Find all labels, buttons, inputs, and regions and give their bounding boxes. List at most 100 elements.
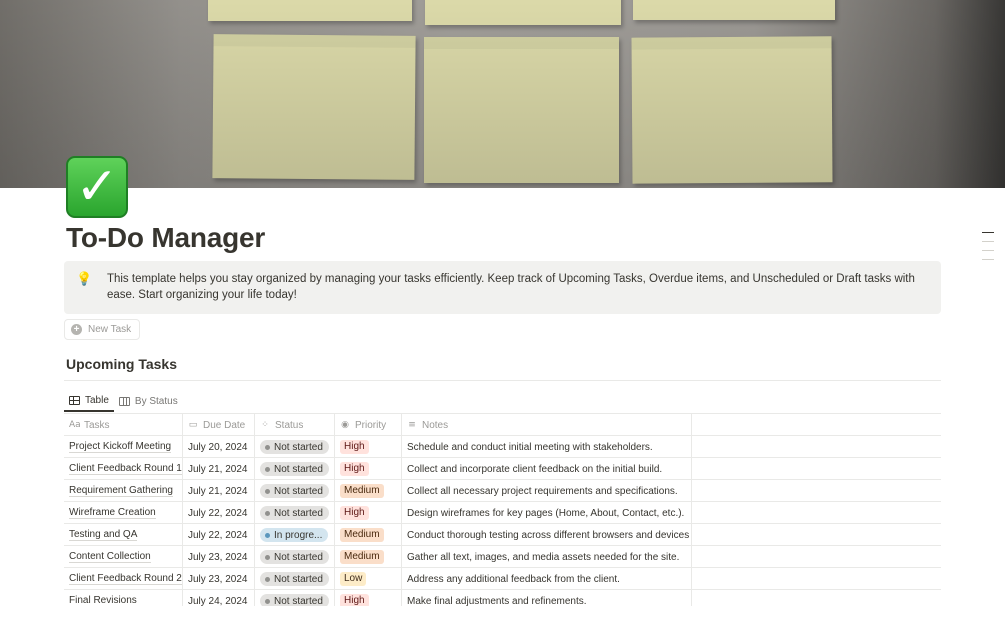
task-cell[interactable]: Requirement Gathering xyxy=(64,480,183,502)
text-property-icon: Aa xyxy=(69,420,81,430)
priority-badge: Medium xyxy=(340,550,384,564)
status-label: Not started xyxy=(274,595,323,607)
status-cell[interactable]: Not started xyxy=(255,502,335,524)
notes-text: Address any additional feedback from the… xyxy=(407,573,620,585)
task-cell[interactable]: Client Feedback Round 1 xyxy=(64,458,183,480)
task-name[interactable]: Requirement Gathering xyxy=(69,485,173,497)
column-header-tasks[interactable]: Aa Tasks xyxy=(64,414,183,436)
notes-cell[interactable]: Collect and incorporate client feedback … xyxy=(402,458,692,480)
task-cell[interactable]: Content Collection xyxy=(64,546,183,568)
priority-badge: Low xyxy=(340,572,367,586)
cover-image xyxy=(0,0,1005,188)
status-cell[interactable]: Not started xyxy=(255,546,335,568)
status-dot xyxy=(265,510,270,516)
due-date-cell[interactable]: July 23, 2024 xyxy=(183,546,255,568)
empty-cell xyxy=(692,502,941,524)
header-label: Notes xyxy=(422,419,449,431)
check-mark-button-icon[interactable]: ✓ xyxy=(66,156,128,218)
task-name[interactable]: Testing and QA xyxy=(69,529,138,541)
status-cell[interactable]: Not started xyxy=(255,480,335,502)
due-date: July 22, 2024 xyxy=(188,507,248,519)
table-of-contents[interactable] xyxy=(982,232,994,268)
empty-cell xyxy=(692,480,941,502)
notes-cell[interactable]: Address any additional feedback from the… xyxy=(402,568,692,590)
text-lines-icon: ≡ xyxy=(408,420,416,430)
callout: 💡 This template helps you stay organized… xyxy=(64,261,941,314)
new-task-button[interactable]: + New Task xyxy=(64,319,140,340)
task-cell[interactable]: Wireframe Creation xyxy=(64,502,183,524)
table-row[interactable]: Content Collection July 23, 2024 Not start… xyxy=(64,546,941,568)
due-date-cell[interactable]: July 21, 2024 xyxy=(183,480,255,502)
calendar-icon: ▭ xyxy=(188,420,198,430)
status-cell[interactable]: In progre... xyxy=(255,524,335,546)
status-label: Not started xyxy=(274,551,323,563)
task-name[interactable]: Client Feedback Round 1 xyxy=(69,463,182,475)
notes-cell[interactable]: Conduct thorough testing across differen… xyxy=(402,524,692,546)
status-cell[interactable]: Not started xyxy=(255,458,335,480)
priority-cell[interactable]: Medium xyxy=(335,524,402,546)
notes-cell[interactable]: Collect all necessary project requiremen… xyxy=(402,480,692,502)
column-header-priority[interactable]: ◉ Priority xyxy=(335,414,402,436)
table-row[interactable]: Project Kickoff Meeting July 20, 2024 Not … xyxy=(64,436,941,458)
status-badge: Not started xyxy=(260,550,329,564)
priority-cell[interactable]: High xyxy=(335,502,402,524)
light-bulb-icon: 💡 xyxy=(76,272,93,287)
task-cell[interactable]: Client Feedback Round 2 xyxy=(64,568,183,590)
table-row[interactable]: Wireframe Creation July 22, 2024 Not start… xyxy=(64,502,941,524)
status-badge: In progre... xyxy=(260,528,329,542)
status-spinner-icon: ⁘ xyxy=(261,420,269,430)
tab-table[interactable]: Table xyxy=(64,390,114,412)
header-label: Priority xyxy=(355,419,387,431)
callout-text: This template helps you stay organized b… xyxy=(106,273,915,301)
table-row[interactable]: Testing and QA July 22, 2024 In progre... M… xyxy=(64,524,941,546)
empty-cell xyxy=(692,524,941,546)
status-dot xyxy=(265,488,270,494)
due-date-cell[interactable]: July 23, 2024 xyxy=(183,568,255,590)
status-cell[interactable]: Not started xyxy=(255,568,335,590)
table-row[interactable]: Client Feedback Round 2 July 23, 2024 Not … xyxy=(64,568,941,590)
task-name[interactable]: Wireframe Creation xyxy=(69,507,156,519)
due-date-cell[interactable]: July 22, 2024 xyxy=(183,524,255,546)
due-date-cell[interactable]: July 21, 2024 xyxy=(183,458,255,480)
notes-text: Design wireframes for key pages (Home, A… xyxy=(407,507,685,519)
task-name[interactable]: Client Feedback Round 2 xyxy=(69,573,182,585)
header-label: Due Date xyxy=(203,419,246,431)
priority-cell[interactable]: High xyxy=(335,436,402,458)
due-date: July 22, 2024 xyxy=(188,529,248,541)
task-cell[interactable]: Testing and QA xyxy=(64,524,183,546)
status-dot xyxy=(265,554,270,560)
tasks-table: Aa Tasks ▭ Due Date ⁘ Status ◉ Priority … xyxy=(64,414,941,612)
task-name[interactable]: Content Collection xyxy=(69,551,151,563)
status-badge: Not started xyxy=(260,440,329,454)
table-row[interactable]: Requirement Gathering July 21, 2024 Not st… xyxy=(64,480,941,502)
priority-cell[interactable]: Medium xyxy=(335,546,402,568)
empty-cell xyxy=(692,414,941,436)
notes-cell[interactable]: Schedule and conduct initial meeting wit… xyxy=(402,436,692,458)
table-header-row: Aa Tasks ▭ Due Date ⁘ Status ◉ Priority … xyxy=(64,414,941,436)
notes-cell[interactable]: Gather all text, images, and media asset… xyxy=(402,546,692,568)
notes-cell[interactable]: Design wireframes for key pages (Home, A… xyxy=(402,502,692,524)
table-row[interactable]: Client Feedback Round 1 July 21, 2024 Not … xyxy=(64,458,941,480)
priority-cell[interactable]: High xyxy=(335,458,402,480)
tab-by-status[interactable]: By Status xyxy=(114,390,183,412)
status-badge: Not started xyxy=(260,462,329,476)
status-label: Not started xyxy=(274,573,323,585)
due-date: July 21, 2024 xyxy=(188,485,248,497)
column-header-due-date[interactable]: ▭ Due Date xyxy=(183,414,255,436)
column-header-notes[interactable]: ≡ Notes xyxy=(402,414,692,436)
table-icon xyxy=(69,395,80,405)
status-cell[interactable]: Not started xyxy=(255,436,335,458)
priority-badge: Medium xyxy=(340,484,384,498)
task-name[interactable]: Project Kickoff Meeting xyxy=(69,441,172,453)
due-date: July 23, 2024 xyxy=(188,551,248,563)
due-date-cell[interactable]: July 20, 2024 xyxy=(183,436,255,458)
new-task-label: New Task xyxy=(88,324,132,335)
priority-cell[interactable]: Low xyxy=(335,568,402,590)
notes-text: Conduct thorough testing across differen… xyxy=(407,529,690,541)
column-header-status[interactable]: ⁘ Status xyxy=(255,414,335,436)
task-cell[interactable]: Project Kickoff Meeting xyxy=(64,436,183,458)
status-dot xyxy=(265,444,270,450)
due-date-cell[interactable]: July 22, 2024 xyxy=(183,502,255,524)
priority-cell[interactable]: Medium xyxy=(335,480,402,502)
status-label: Not started xyxy=(274,485,323,497)
